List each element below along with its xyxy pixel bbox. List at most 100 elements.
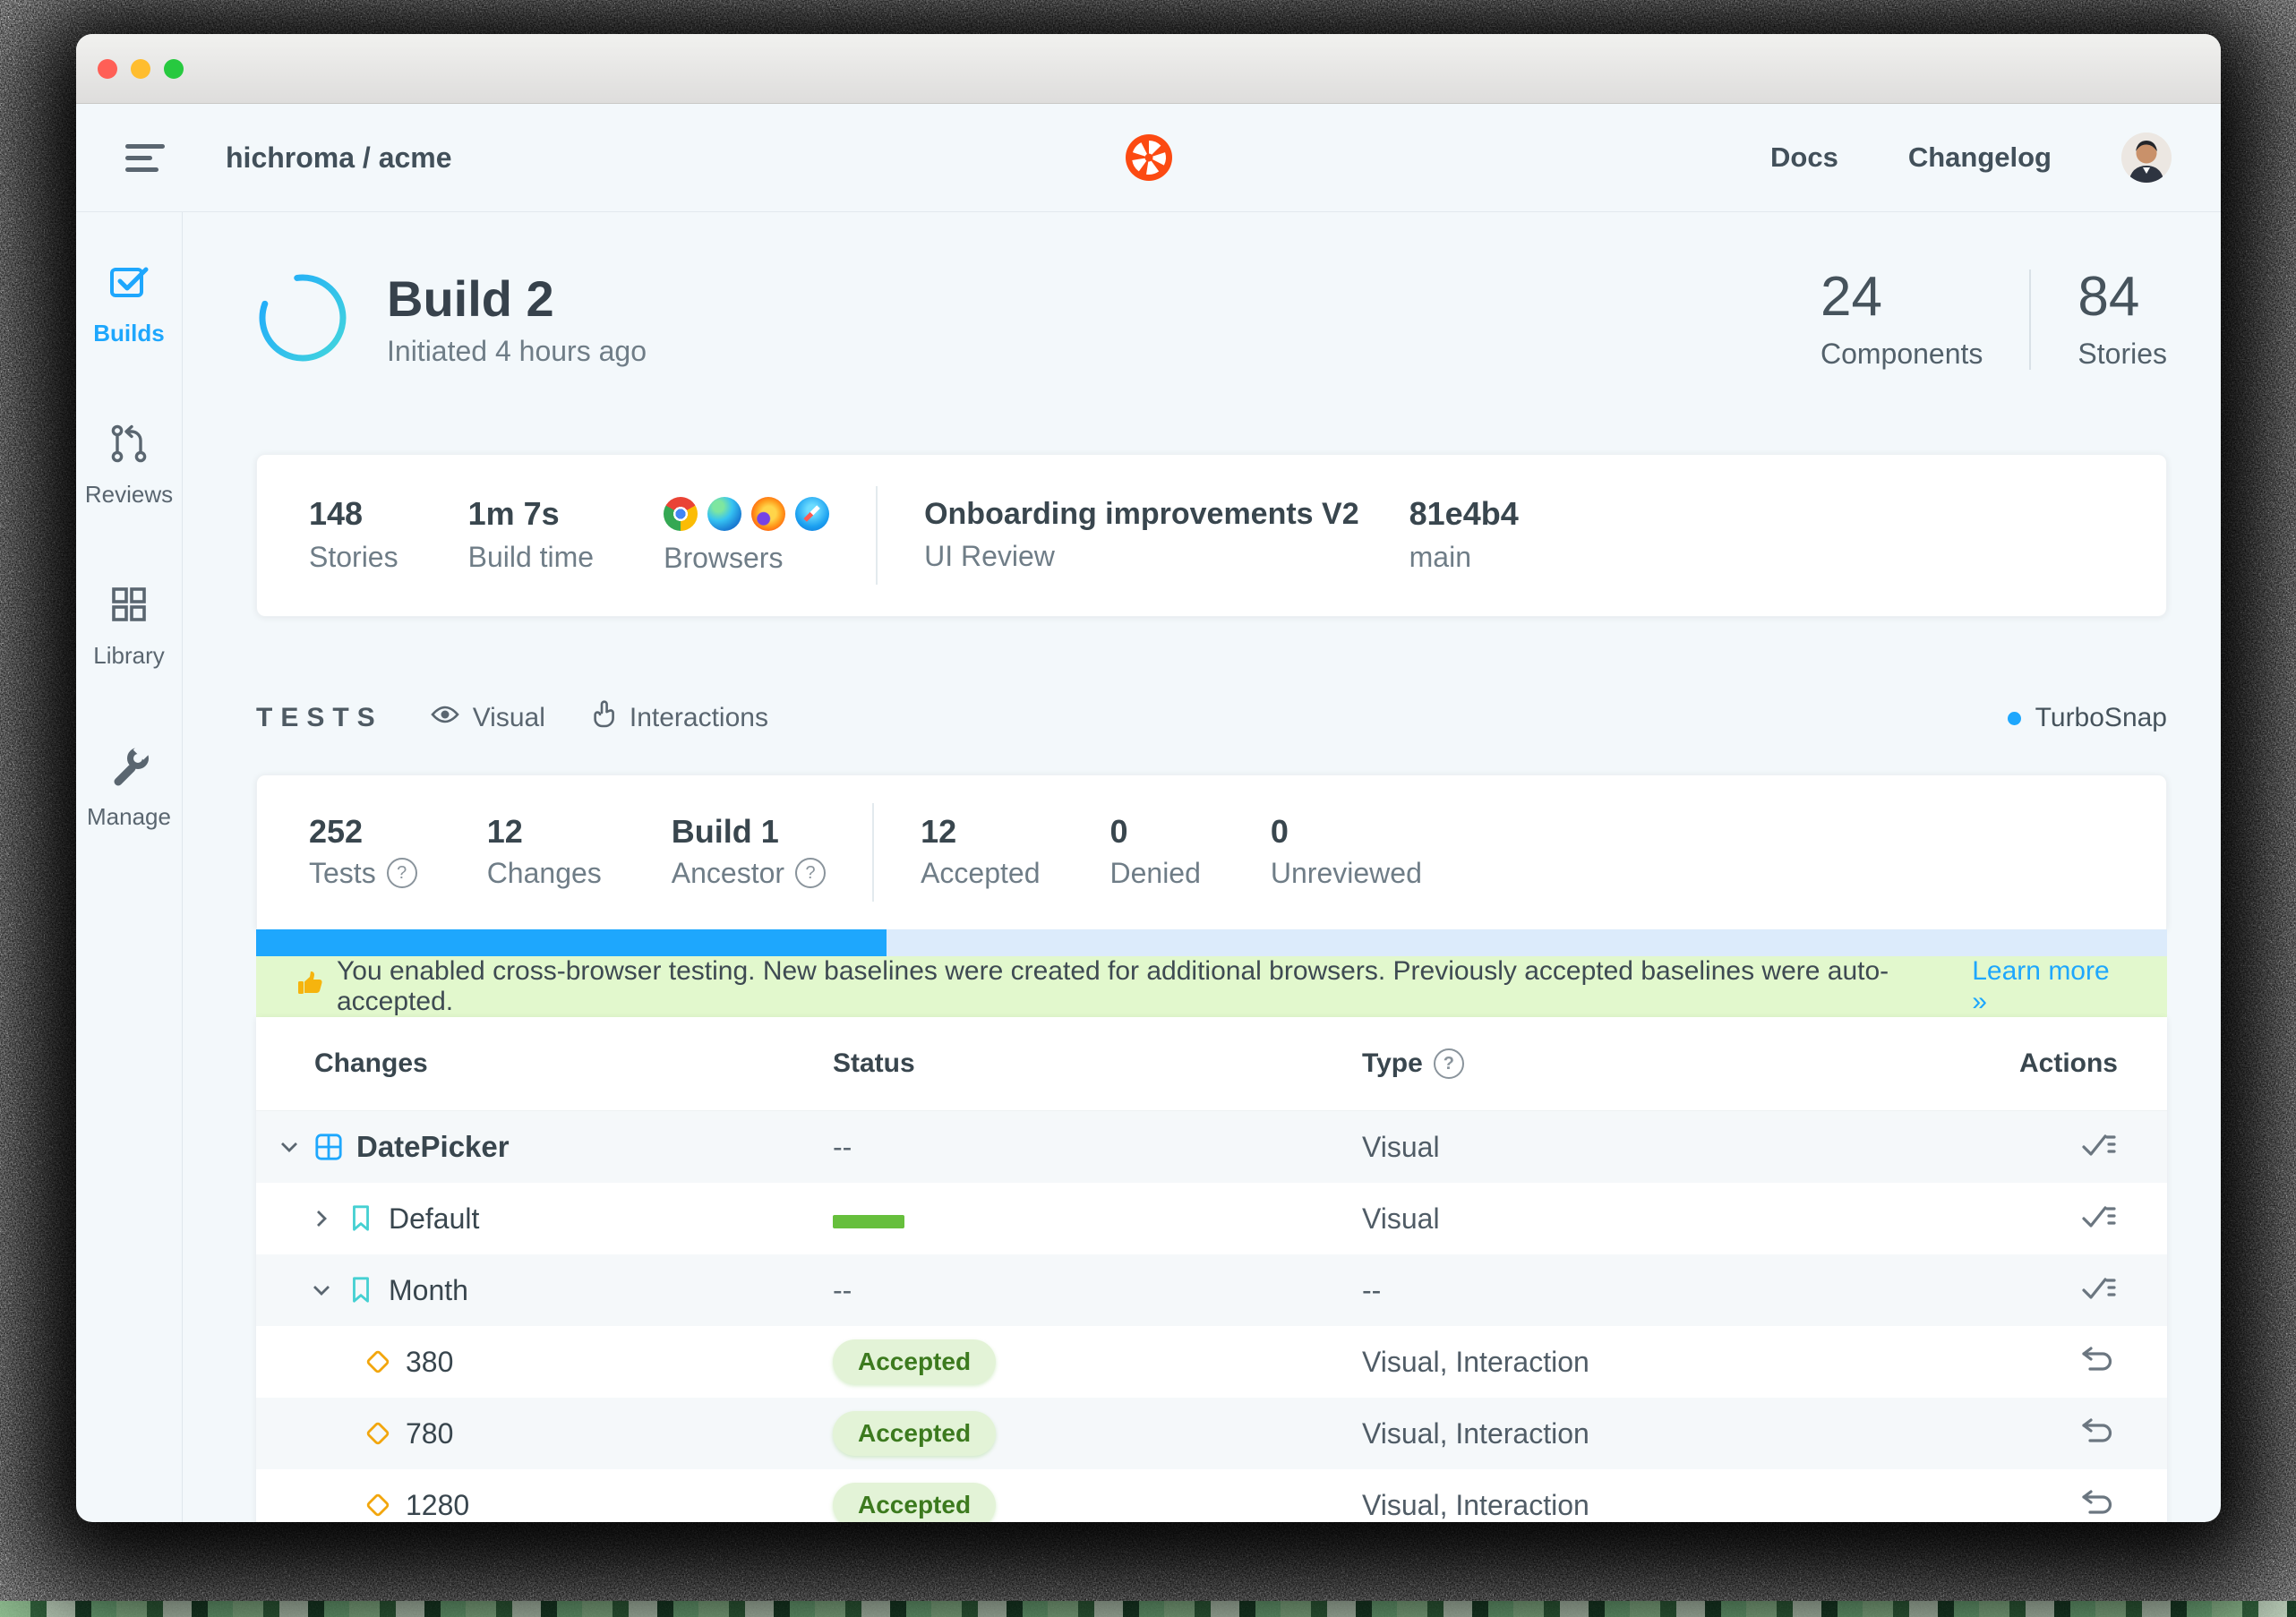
status-text: --	[833, 1131, 852, 1163]
table-header: Changes Status Type ? Actions	[256, 1017, 2167, 1111]
changes-table: Changes Status Type ? Actions	[256, 1017, 2167, 1522]
help-icon[interactable]: ?	[387, 858, 417, 888]
branch-link[interactable]: Onboarding improvements V2	[924, 499, 1359, 529]
sidebar: Builds Reviews	[76, 212, 183, 1522]
turbosnap-dot-icon	[2008, 712, 2021, 725]
builds-check-icon	[108, 261, 150, 307]
changelog-link[interactable]: Changelog	[1908, 141, 2052, 174]
menu-icon[interactable]	[125, 140, 170, 175]
changes-count: 12 Changes	[487, 816, 602, 890]
divider	[872, 803, 874, 902]
status-text: --	[833, 1274, 852, 1306]
build-subtitle: Initiated 4 hours ago	[387, 335, 647, 368]
turbosnap-status[interactable]: TurboSnap	[2008, 703, 2167, 733]
sidebar-item-label: Manage	[87, 803, 171, 831]
ancestor-build: Build 1 Ancestor ?	[672, 816, 826, 890]
build-header: Build 2 Initiated 4 hours ago 24 Compone…	[256, 261, 2167, 378]
build-progress-spinner	[256, 271, 349, 369]
table-row-datepicker[interactable]: DatePicker -- Visual	[256, 1111, 2167, 1183]
tests-section-header: TESTS Visual	[256, 696, 2167, 740]
help-icon[interactable]: ?	[1434, 1048, 1464, 1079]
divider	[876, 486, 878, 585]
column-changes: Changes	[256, 1048, 833, 1079]
chevron-down-icon[interactable]	[278, 1135, 301, 1159]
accepted-badge: Accepted	[833, 1339, 996, 1384]
app-header: hichroma / acme Docs Changelog	[76, 104, 2221, 212]
banner-text: You enabled cross-browser testing. New b…	[337, 956, 1961, 1017]
type-text: Visual, Interaction	[1362, 1346, 2007, 1379]
eye-icon	[430, 703, 460, 733]
table-row-780[interactable]: 780 Accepted Visual, Interaction	[256, 1398, 2167, 1469]
help-icon[interactable]: ?	[795, 858, 826, 888]
table-row-month[interactable]: Month -- --	[256, 1254, 2167, 1326]
user-avatar[interactable]	[2121, 133, 2172, 183]
interactions-filter[interactable]: Interactions	[592, 700, 768, 736]
org-project-breadcrumb[interactable]: hichroma / acme	[226, 141, 452, 175]
diamond-icon	[364, 1419, 392, 1448]
docs-link[interactable]: Docs	[1770, 141, 1838, 174]
cross-browser-banner: You enabled cross-browser testing. New b…	[256, 956, 2167, 1017]
status-progress-bar	[833, 1215, 904, 1228]
sidebar-item-label: Library	[93, 642, 164, 670]
diamond-icon	[364, 1348, 392, 1376]
sidebar-item-manage[interactable]: Manage	[87, 745, 171, 831]
tests-heading: TESTS	[256, 703, 383, 733]
components-count: 24 Components	[1821, 270, 1983, 371]
visual-filter[interactable]: Visual	[430, 703, 545, 733]
commit-info: 81e4b4 main	[1409, 498, 1519, 574]
app-window: hichroma / acme Docs Changelog	[76, 34, 2221, 1522]
undo-icon[interactable]	[2078, 1342, 2118, 1378]
column-type: Type ?	[1362, 1048, 2007, 1079]
bookmark-icon	[347, 1204, 375, 1233]
build-summary-card: 148 Stories 1m 7s Build time Browsers	[256, 454, 2167, 617]
undo-icon[interactable]	[2078, 1485, 2118, 1521]
row-label: 780	[406, 1417, 453, 1450]
table-row-default[interactable]: Default Visual	[256, 1183, 2167, 1254]
branch-info: Onboarding improvements V2 UI Review	[924, 499, 1359, 573]
divider	[2029, 270, 2031, 370]
build-time-stat: 1m 7s Build time	[468, 498, 595, 574]
chevron-down-icon[interactable]	[310, 1279, 333, 1302]
minimize-window-button[interactable]	[131, 59, 150, 79]
type-text: --	[1362, 1274, 2007, 1307]
noise-green-strip	[0, 1601, 2296, 1617]
chevron-right-icon[interactable]	[310, 1207, 333, 1230]
wrench-icon	[108, 745, 150, 791]
type-text: Visual	[1362, 1131, 2007, 1164]
checklist-icon[interactable]	[2078, 1199, 2118, 1235]
type-text: Visual, Interaction	[1362, 1417, 2007, 1450]
window-titlebar	[76, 34, 2221, 104]
checklist-icon[interactable]	[2078, 1127, 2118, 1163]
sidebar-item-library[interactable]: Library	[93, 584, 164, 670]
learn-more-link[interactable]: Learn more »	[1972, 956, 2128, 1017]
column-actions: Actions	[2019, 1048, 2118, 1079]
zoom-window-button[interactable]	[164, 59, 184, 79]
stories-stat: 148 Stories	[309, 498, 398, 574]
close-window-button[interactable]	[98, 59, 117, 79]
row-label: DatePicker	[356, 1130, 510, 1164]
grid-icon	[108, 584, 150, 629]
bookmark-icon	[347, 1276, 375, 1305]
page-title: Build 2	[387, 271, 647, 327]
accepted-badge: Accepted	[833, 1483, 996, 1522]
sidebar-item-builds[interactable]: Builds	[93, 261, 164, 347]
denied-count: 0 Denied	[1109, 816, 1200, 890]
commit-link[interactable]: 81e4b4	[1409, 498, 1519, 530]
browsers-stat: Browsers	[664, 497, 829, 575]
unreviewed-count: 0 Unreviewed	[1271, 816, 1422, 890]
build-progress-fill	[256, 929, 887, 956]
checklist-icon[interactable]	[2078, 1270, 2118, 1306]
table-row-380[interactable]: 380 Accepted Visual, Interaction	[256, 1326, 2167, 1398]
edge-icon	[707, 497, 741, 531]
table-row-1280[interactable]: 1280 Accepted Visual, Interaction	[256, 1469, 2167, 1522]
ancestor-build-link[interactable]: Build 1	[672, 816, 826, 848]
pointer-hand-icon	[592, 700, 617, 736]
undo-icon[interactable]	[2078, 1414, 2118, 1450]
pull-request-icon	[108, 423, 150, 468]
safari-icon	[795, 497, 829, 531]
chrome-icon	[664, 497, 698, 531]
thumbs-up-icon	[296, 969, 324, 1005]
tests-count: 252 Tests ?	[309, 816, 417, 890]
chromatic-logo-icon[interactable]	[1126, 134, 1172, 181]
sidebar-item-reviews[interactable]: Reviews	[85, 423, 173, 509]
